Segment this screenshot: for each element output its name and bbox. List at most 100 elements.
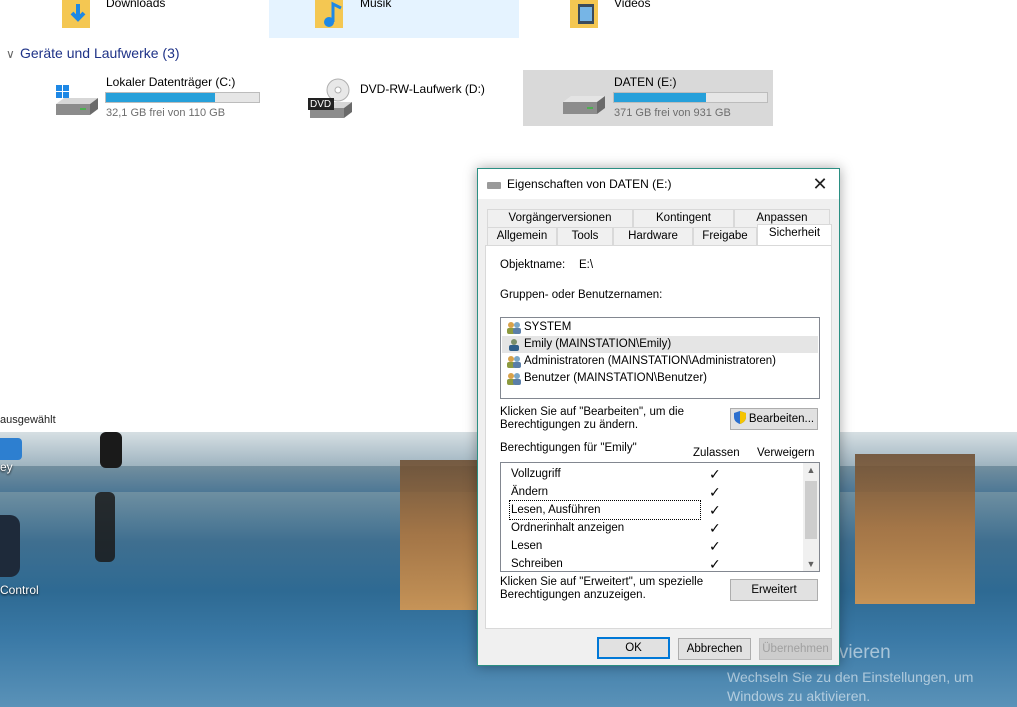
user-row-emily[interactable]: Emily (MAINSTATION\Emily) [502,336,818,353]
desktop-app-icon[interactable] [0,438,22,460]
check-icon: ✓ [709,538,721,554]
permission-row: Ändern ✓ [501,483,803,501]
check-icon: ✓ [709,502,721,518]
user-row-users[interactable]: Benutzer (MAINSTATION\Benutzer) [502,370,818,387]
drive-icon [563,96,605,114]
user-group-icon [507,373,521,385]
quick-access-label: Musik [360,0,392,10]
permissions-for-label: Berechtigungen für "Emily" [500,442,637,454]
drive-name: Lokaler Datenträger (C:) [106,75,236,89]
permission-name: Lesen, Ausführen [509,500,701,520]
downloads-folder-icon [62,0,90,28]
user-name: SYSTEM [524,321,572,333]
permissions-scrollbar[interactable]: ▲ ▼ [803,463,819,571]
permission-name: Ändern [511,486,549,498]
chevron-up-icon[interactable]: ▲ [803,463,819,477]
uac-shield-icon [733,411,746,424]
check-icon: ✓ [709,466,721,482]
user-group-icon [507,356,521,368]
drive-icon [487,182,501,189]
advanced-button[interactable]: Erweitert [730,579,818,601]
section-title: Geräte und Laufwerke (3) [20,45,180,61]
music-folder-icon [315,0,343,28]
devices-section-header[interactable]: ∨ Geräte und Laufwerke (3) [6,45,180,61]
object-name-label: Objektname: [500,259,566,271]
deny-column-header: Verweigern [757,447,815,459]
apply-button[interactable]: Übernehmen [759,638,832,660]
windows-drive-icon [56,85,98,115]
drive-name: DATEN (E:) [614,75,677,89]
permission-name: Schreiben [511,558,563,570]
desktop-app-icon[interactable] [0,515,20,577]
drive-usage-fill [106,93,215,102]
dialog-title: Eigenschaften von DATEN (E:) [507,177,672,191]
user-row-system[interactable]: SYSTEM [502,319,818,336]
drive-e[interactable]: DATEN (E:) 371 GB frei von 931 GB [523,70,773,126]
tab-hardware[interactable]: Hardware [613,227,693,245]
permission-row: Vollzugriff ✓ [501,465,803,483]
tab-general[interactable]: Allgemein [487,227,557,245]
edit-hint-text: Klicken Sie auf "Bearbeiten", um die Ber… [500,406,684,431]
user-group-icon [507,322,521,334]
edit-button[interactable]: Bearbeiten... [730,408,818,430]
quick-access-label: Videos [614,0,651,10]
chevron-down-icon: ∨ [6,47,15,61]
user-name: Benutzer (MAINSTATION\Benutzer) [524,372,707,384]
drive-usage-fill [614,93,706,102]
object-name-value: E:\ [579,259,594,271]
tab-row-front: Allgemein Tools Hardware Freigabe Sicher… [487,224,832,245]
tab-previous-versions[interactable]: Vorgängerversionen [487,209,633,227]
security-panel: Objektname: E:\ Gruppen- oder Benutzerna… [485,245,832,629]
drive-d[interactable]: DVD DVD-RW-Laufwerk (D:) [300,70,510,126]
drive-c[interactable]: Lokaler Datenträger (C:) 32,1 GB frei vo… [48,70,278,126]
users-listbox[interactable]: SYSTEM Emily (MAINSTATION\Emily) Adminis… [500,317,820,399]
dialog-titlebar[interactable]: Eigenschaften von DATEN (E:) ✕ [478,169,839,199]
runner-reflection [95,492,115,562]
edit-button-label: Bearbeiten... [748,413,815,425]
user-name: Emily (MAINSTATION\Emily) [524,338,672,350]
user-row-administrators[interactable]: Administratoren (MAINSTATION\Administrat… [502,353,818,370]
allow-column-header: Zulassen [693,447,740,459]
rock-reflection [855,454,975,604]
drive-usage-bar [105,92,260,103]
user-name: Administratoren (MAINSTATION\Administrat… [524,355,776,367]
permission-row: Lesen, Ausführen ✓ [501,500,803,520]
permission-row: Lesen ✓ [501,537,803,555]
scrollbar-thumb[interactable] [805,481,817,539]
status-bar-text: ausgewählt [0,414,56,426]
user-icon [509,339,519,351]
tab-sharing[interactable]: Freigabe [693,227,757,245]
close-icon[interactable]: ✕ [809,173,831,195]
groups-label: Gruppen- oder Benutzernamen: [500,289,663,301]
drive-usage-bar [613,92,768,103]
check-icon: ✓ [709,484,721,500]
check-icon: ✓ [709,520,721,536]
quick-access-label: Downloads [106,0,166,10]
advanced-hint-text: Klicken Sie auf "Erweitert", um speziell… [500,576,704,601]
cancel-button[interactable]: Abbrechen [678,638,751,660]
drive-free-space: 32,1 GB frei von 110 GB [106,107,226,119]
quick-access-music[interactable]: Musik [269,0,519,38]
permission-row: Ordnerinhalt anzeigen ✓ [501,519,803,537]
quick-access-videos[interactable]: Videos [566,0,766,38]
permission-name: Vollzugriff [511,468,561,480]
permissions-list[interactable]: Vollzugriff ✓ Ändern ✓ Lesen, Ausführen … [500,462,820,572]
ok-button[interactable]: OK [597,637,670,659]
check-icon: ✓ [709,556,721,572]
dvd-badge: DVD [310,99,332,110]
quick-access-downloads[interactable]: Downloads [58,0,258,38]
chevron-down-icon[interactable]: ▼ [803,557,819,571]
properties-dialog: Eigenschaften von DATEN (E:) ✕ Vorgänger… [477,168,840,666]
desktop-icon-label[interactable]: ey [0,460,13,474]
permission-name: Ordnerinhalt anzeigen [511,522,625,534]
permission-row: Schreiben ✓ [501,555,803,572]
videos-folder-icon [570,0,598,28]
tab-quota[interactable]: Kontingent [633,209,734,227]
tab-tools[interactable]: Tools [557,227,613,245]
rock-reflection [400,460,480,610]
tab-security[interactable]: Sicherheit [757,224,832,245]
runner-silhouette [100,432,122,468]
desktop-icon-label[interactable]: Control [0,583,39,597]
activation-watermark-text: Wechseln Sie zu den Einstellungen, um Wi… [727,669,974,704]
drive-name: DVD-RW-Laufwerk (D:) [360,82,485,96]
